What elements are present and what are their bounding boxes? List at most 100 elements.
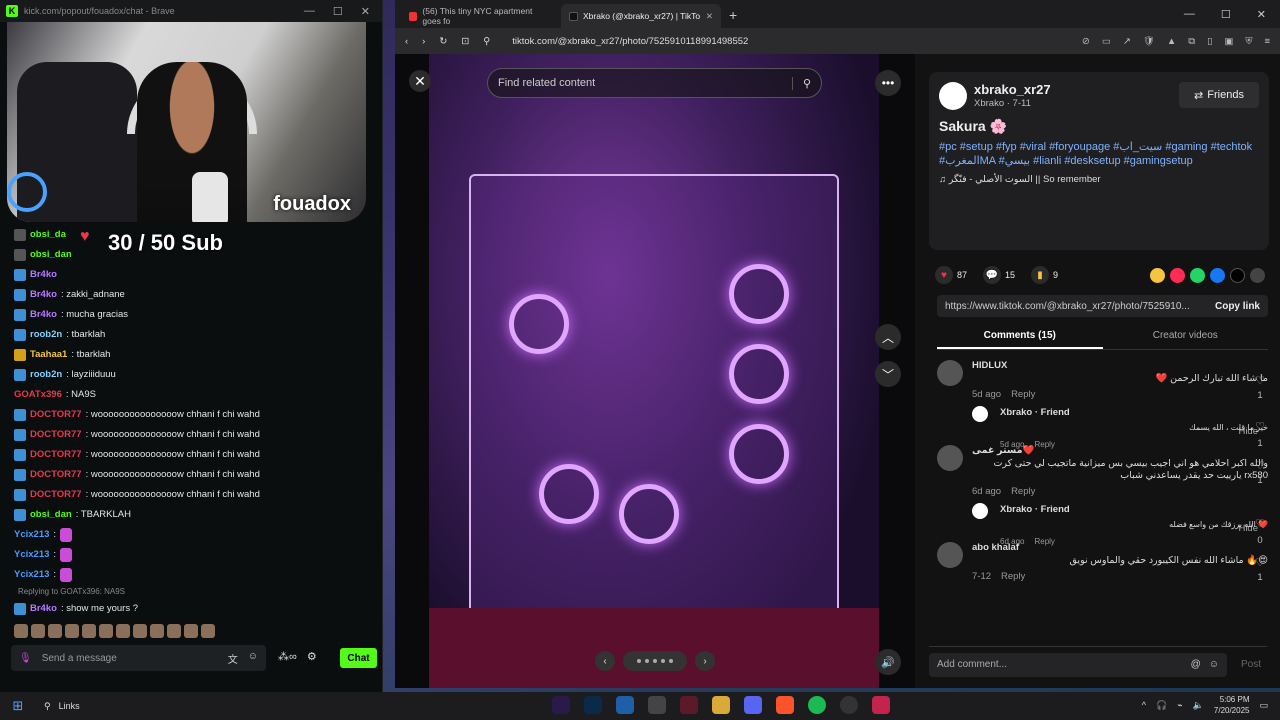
emote-icon[interactable] — [116, 624, 130, 638]
save-button[interactable]: ▮ 9 — [1031, 266, 1058, 284]
back-icon[interactable]: ‹ — [405, 36, 408, 47]
emote-icon[interactable] — [150, 624, 164, 638]
next-photo-button[interactable]: › — [695, 651, 715, 671]
chat-send-button[interactable]: Chat — [340, 648, 377, 668]
whatsapp-icon[interactable] — [1190, 267, 1205, 283]
comment-like-button[interactable]: ♡ 1 — [1252, 459, 1268, 486]
emote-icon[interactable] — [31, 624, 45, 638]
chat-username[interactable]: roob2n — [30, 325, 62, 345]
add-comment-input[interactable]: Add comment... @ ☺ — [929, 652, 1227, 677]
chat-username[interactable]: Br4ko — [30, 599, 57, 619]
repost-icon[interactable] — [1150, 267, 1165, 283]
cast-icon[interactable]: ▭ — [1102, 36, 1111, 47]
close-icon[interactable]: ✕ — [1257, 8, 1266, 21]
emote-icon[interactable] — [167, 624, 181, 638]
post-hashtags[interactable]: #pc #setup #fyp #viral #foryoupage #سيت_… — [939, 140, 1259, 168]
chat-input[interactable]: 🎙 Send a message 文 ☺ — [11, 645, 266, 671]
rewards-icon[interactable]: ▲ — [1167, 36, 1176, 47]
chat-username[interactable]: DOCTOR77 — [30, 485, 82, 505]
translate-icon[interactable]: ⊘ — [1082, 36, 1090, 47]
obs-icon[interactable] — [840, 696, 858, 714]
vpn-icon[interactable]: ⛨ — [1245, 36, 1252, 47]
reply-button[interactable]: Reply — [1011, 486, 1035, 497]
emote-icon[interactable] — [82, 624, 96, 638]
settings-icon[interactable]: ⚙ — [307, 650, 317, 663]
comment-like-button[interactable]: ♡ 1 — [1252, 556, 1268, 583]
avatar[interactable] — [937, 360, 963, 386]
chat-username[interactable]: GOATx396 — [14, 385, 62, 405]
taskbar-search[interactable]: ⚲ Links — [34, 701, 90, 712]
tab-youtube[interactable]: (56) This tiny NYC apartment goes fo — [401, 4, 561, 28]
photoshop-icon[interactable] — [584, 696, 602, 714]
comment-button[interactable]: 💬 15 — [983, 266, 1015, 284]
app-icon[interactable] — [872, 696, 890, 714]
chat-username[interactable]: Br4ko — [30, 265, 57, 285]
comment-author[interactable]: abo khalaf — [972, 542, 1268, 553]
maximize-icon[interactable]: ☐ — [333, 5, 343, 18]
extensions-icon[interactable]: ⧉ — [1188, 36, 1195, 47]
chat-username[interactable]: DOCTOR77 — [30, 465, 82, 485]
chat-username[interactable]: obsi_da — [30, 225, 66, 245]
windows-start-icon[interactable]: ⊞ — [8, 696, 28, 716]
facebook-icon[interactable] — [1210, 267, 1225, 283]
emote-icon[interactable] — [65, 624, 79, 638]
chevron-up-icon[interactable]: ^ — [1142, 700, 1146, 710]
avatar[interactable] — [937, 445, 963, 471]
avatar[interactable] — [937, 542, 963, 568]
brave-shields-icon[interactable]: 🛡 — [1143, 36, 1155, 47]
emote-icon[interactable] — [133, 624, 147, 638]
chat-username[interactable]: DOCTOR77 — [30, 425, 82, 445]
emote-icon[interactable] — [48, 624, 62, 638]
mic-icon[interactable]: 🎙 — [19, 653, 32, 664]
friends-button[interactable]: ⇄ Friends — [1179, 82, 1259, 108]
more-options-button[interactable]: ••• — [875, 70, 901, 96]
comment-author[interactable]: مستر غمى❤️ — [972, 445, 1268, 456]
chat-username[interactable]: Ycix213 — [14, 525, 49, 545]
next-post-button[interactable]: ﹀ — [875, 361, 901, 387]
x-icon[interactable] — [1230, 267, 1245, 283]
brave-icon[interactable] — [776, 696, 794, 714]
network-icon[interactable]: ⌁ — [1177, 700, 1182, 711]
share-icon[interactable] — [1250, 267, 1265, 283]
spotify-icon[interactable] — [808, 696, 826, 714]
comment-like-button[interactable]: ♡ 1 — [1252, 374, 1268, 401]
search-icon[interactable]: ⚲ — [791, 76, 811, 90]
sidebar-icon[interactable]: ▯ — [1207, 36, 1212, 47]
chat-username[interactable]: obsi_dan — [30, 245, 72, 265]
emote-icon[interactable] — [201, 624, 215, 638]
volume-button[interactable]: 🔊 — [875, 649, 901, 675]
related-search-input[interactable]: Find related content ⚲ — [487, 68, 822, 98]
app-icon[interactable] — [648, 696, 666, 714]
chat-username[interactable]: DOCTOR77 — [30, 445, 82, 465]
site-info-icon[interactable]: ⚲ — [483, 36, 490, 47]
menu-icon[interactable]: ≡ — [1264, 36, 1270, 47]
post-sound[interactable]: ♫ السوت الأصلي - فنّگر || So remember — [939, 174, 1101, 185]
emote-icon[interactable] — [99, 624, 113, 638]
chat-username[interactable]: Br4ko — [30, 305, 57, 325]
app-icon[interactable] — [616, 696, 634, 714]
copy-link-button[interactable]: Copy link — [1215, 301, 1260, 312]
reply-button[interactable]: Reply — [1001, 571, 1025, 582]
mention-icon[interactable]: @ — [1191, 659, 1201, 670]
reload-icon[interactable]: ↻ — [439, 36, 447, 47]
chat-username[interactable]: obsi_dan — [30, 505, 72, 525]
post-username[interactable]: xbrako_xr27 — [974, 82, 1051, 97]
chat-username[interactable]: roob2n — [30, 365, 62, 385]
app-icon[interactable] — [680, 696, 698, 714]
emote-icon[interactable] — [184, 624, 198, 638]
minimize-icon[interactable]: — — [1184, 8, 1195, 21]
translate-icon[interactable]: 文 — [228, 651, 238, 666]
headset-icon[interactable]: 🎧 — [1156, 700, 1167, 711]
reply-button[interactable]: Reply — [1011, 389, 1035, 400]
avatar[interactable] — [972, 406, 988, 422]
notifications-icon[interactable]: ▭ — [1259, 700, 1268, 711]
previous-post-button[interactable]: ︿ — [875, 324, 901, 350]
emote-icon[interactable] — [14, 624, 28, 638]
tab-tiktok[interactable]: Xbrako (@xbrako_xr27) | TikTo ✕ — [561, 4, 721, 28]
close-icon[interactable]: ✕ — [361, 5, 370, 18]
bookmark-icon[interactable]: ⊡ — [461, 36, 469, 47]
close-viewer-button[interactable]: ✕ — [409, 70, 431, 92]
send-icon[interactable] — [1170, 267, 1185, 283]
chat-username[interactable]: Taahaa1 — [30, 345, 67, 365]
share-icon[interactable]: ↗ — [1123, 36, 1131, 47]
